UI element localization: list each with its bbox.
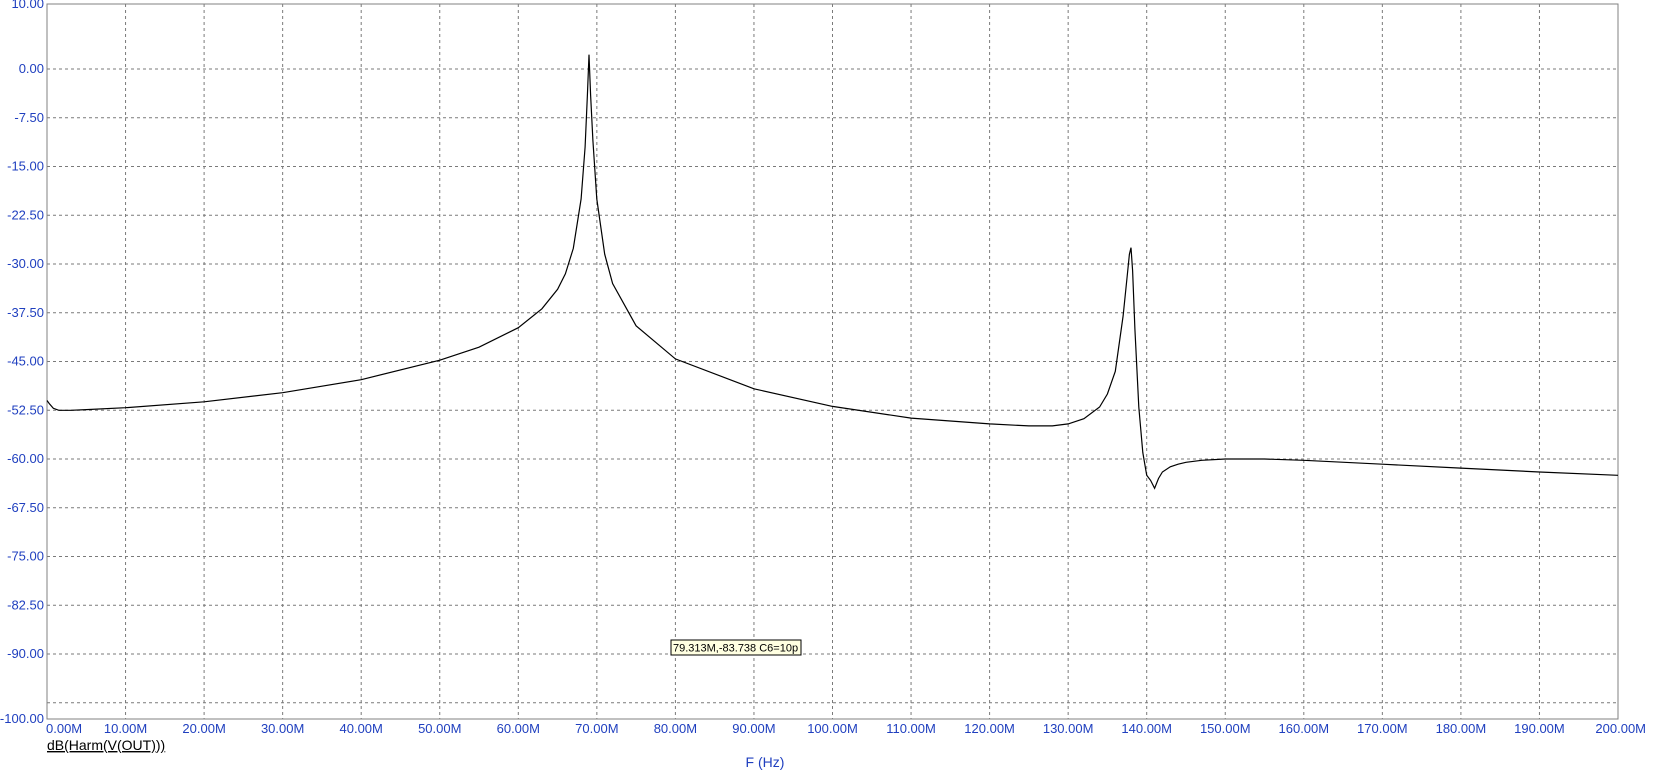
y-tick-label: -22.50 <box>7 207 44 222</box>
grid <box>47 4 1618 719</box>
x-tick-label: 170.00M <box>1357 721 1408 736</box>
y-tick-label: -30.00 <box>7 256 44 271</box>
y-tick-label: -60.00 <box>7 451 44 466</box>
x-tick-label: 180.00M <box>1436 721 1487 736</box>
y-tick-label: -15.00 <box>7 159 44 174</box>
cursor-tooltip: 79.313M,-83.738 C6=10p <box>670 639 802 656</box>
x-axis-ticks: 0.00M 10.00M 20.00M 30.00M 40.00M 50.00M 60.00… <box>46 721 1646 736</box>
x-tick-label: 130.00M <box>1043 721 1094 736</box>
x-tick-label: 160.00M <box>1279 721 1330 736</box>
x-tick-label: 40.00M <box>340 721 383 736</box>
y-tick-label: -90.00 <box>7 646 44 661</box>
y-tick-label: -45.00 <box>7 354 44 369</box>
x-tick-label: 200.00M <box>1595 721 1646 736</box>
y-tick-label: 10.00 <box>11 0 44 11</box>
x-tick-label: 20.00M <box>182 721 225 736</box>
y-axis-ticks: 10.00 0.00 -7.50 -15.00 -22.50 -30.00 -37.50 -4… <box>0 0 44 726</box>
y-tick-label: -7.50 <box>14 110 44 125</box>
x-tick-label: 110.00M <box>886 721 936 736</box>
y-tick-label: -100.00 <box>0 711 44 726</box>
y-tick-label: -82.50 <box>7 597 44 612</box>
plot-area: 10.00 0.00 -7.50 -15.00 -22.50 -30.00 -37.50 -4… <box>0 0 1646 770</box>
x-tick-label: 100.00M <box>807 721 858 736</box>
x-tick-label: 30.00M <box>261 721 304 736</box>
y-tick-label: -67.50 <box>7 500 44 515</box>
x-tick-label: 70.00M <box>575 721 618 736</box>
x-tick-label: 150.00M <box>1200 721 1251 736</box>
x-tick-label: 120.00M <box>964 721 1015 736</box>
x-tick-label: 190.00M <box>1514 721 1565 736</box>
x-tick-label: 140.00M <box>1121 721 1172 736</box>
legend-series-label[interactable]: dB(Harm(V(OUT))) <box>47 737 165 753</box>
x-tick-label: 0.00M <box>46 721 82 736</box>
y-tick-label: -52.50 <box>7 402 44 417</box>
x-tick-label: 10.00M <box>104 721 147 736</box>
y-tick-label: 0.00 <box>19 61 44 76</box>
x-tick-label: 60.00M <box>497 721 540 736</box>
tooltip-text: 79.313M,-83.738 C6=10p <box>673 643 798 655</box>
x-axis-label: F (Hz) <box>746 754 785 770</box>
x-tick-label: 50.00M <box>418 721 461 736</box>
x-tick-label: 90.00M <box>732 721 775 736</box>
x-tick-label: 80.00M <box>654 721 697 736</box>
y-tick-label: -37.50 <box>7 305 44 320</box>
y-tick-label: -75.00 <box>7 549 44 564</box>
